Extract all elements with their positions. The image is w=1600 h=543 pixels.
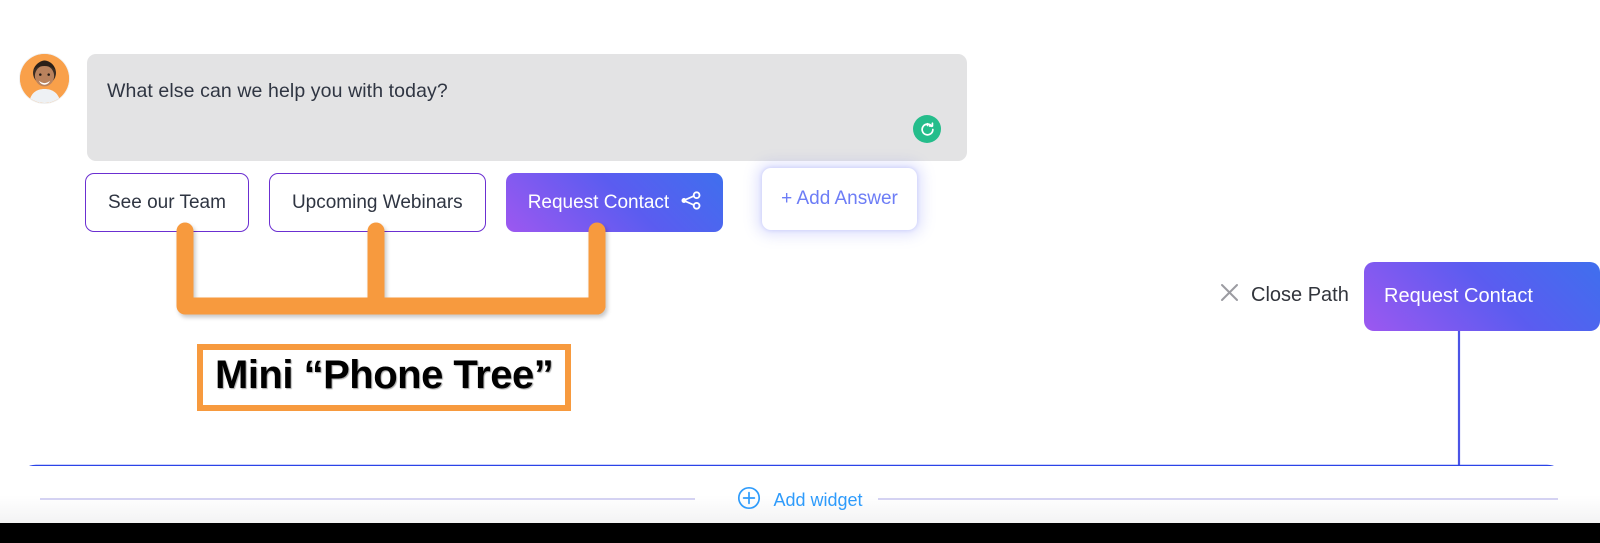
avatar: [20, 54, 69, 103]
add-answer-button[interactable]: + Add Answer: [762, 168, 917, 230]
refresh-icon[interactable]: [913, 115, 941, 143]
answer-button-label: Upcoming Webinars: [291, 191, 463, 213]
share-nodes-icon: [680, 190, 701, 216]
path-chip-label: Request Contact: [1384, 285, 1533, 307]
close-x-icon: [1220, 283, 1239, 307]
builder-canvas: What else can we help you with today? Se…: [0, 0, 1600, 543]
answer-button-label: See our Team: [108, 191, 226, 213]
avatar-image: [20, 54, 69, 103]
agent-message-text: What else can we help you with today?: [107, 80, 448, 102]
answer-button-see-our-team[interactable]: See our Team: [85, 173, 249, 232]
agent-message-bubble[interactable]: What else can we help you with today?: [87, 54, 967, 161]
close-path-label: Close Path: [1251, 283, 1349, 306]
answer-button-request-contact[interactable]: Request Contact: [505, 173, 724, 232]
phone-tree-bracket-annotation: [176, 222, 606, 326]
path-chip-request-contact[interactable]: Request Contact: [1364, 262, 1600, 331]
add-answer-label: + Add Answer: [781, 188, 898, 209]
add-widget-label: Add widget: [773, 490, 863, 510]
add-widget-button[interactable]: Add widget: [0, 486, 1600, 515]
answer-button-upcoming-webinars[interactable]: Upcoming Webinars: [268, 173, 486, 232]
refresh-glyph: [920, 121, 934, 136]
answer-button-label: Request Contact: [527, 191, 670, 213]
phone-tree-label: Mini “Phone Tree”: [197, 344, 572, 412]
bottom-black-bar: [0, 523, 1600, 543]
close-path-button[interactable]: Close Path: [1220, 283, 1349, 307]
plus-circle-icon: [737, 486, 761, 515]
answer-buttons-row: See our Team Upcoming Webinars Request C…: [85, 173, 724, 232]
